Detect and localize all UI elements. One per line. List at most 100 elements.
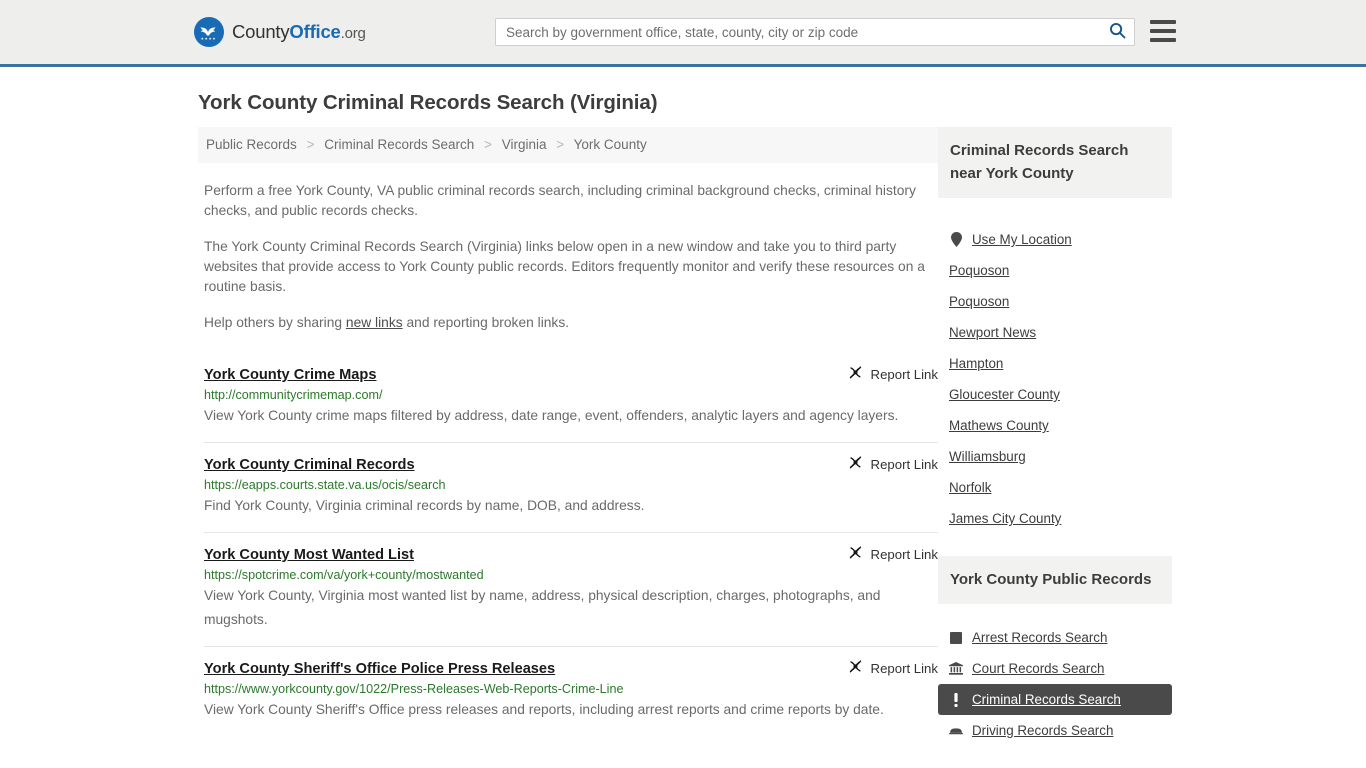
sidebar-item-label[interactable]: Newport News (949, 325, 1036, 340)
breadcrumb-item-criminal-records-search[interactable]: Criminal Records Search (324, 137, 474, 152)
report-link-label: Report Link (870, 660, 938, 676)
sidebar-item-label[interactable]: Poquoson (949, 294, 1009, 309)
broken-link-icon (848, 659, 863, 677)
resource-url[interactable]: https://www.yorkcounty.gov/1022/Press-Re… (204, 682, 938, 696)
report-link-label: Report Link (870, 456, 938, 472)
resource-title-link[interactable]: York County Criminal Records (204, 457, 415, 473)
page-title: York County Criminal Records Search (Vir… (198, 91, 658, 114)
sidebar-item-label[interactable]: Arrest Records Search (972, 630, 1107, 645)
sidebar-item-newport-news[interactable]: Newport News (938, 317, 1172, 348)
sidebar-item-norfolk[interactable]: Norfolk (938, 472, 1172, 503)
list-item: York County Crime Maps http://communityc… (204, 353, 938, 442)
brand-name-part2: Office (289, 21, 341, 42)
resource-description: Find York County, Virginia criminal reco… (204, 498, 645, 513)
sidebar-item-label[interactable]: James City County (949, 511, 1061, 526)
breadcrumb-separator: > (484, 137, 492, 152)
breadcrumb-item-york-county[interactable]: York County (574, 137, 647, 152)
resource-title-link[interactable]: York County Most Wanted List (204, 547, 414, 563)
public-records-list: Arrest Records Search Court Records Sear… (938, 622, 1172, 746)
sidebar-item-label[interactable]: Criminal Records Search (972, 692, 1121, 707)
nearby-locations-list: Use My Location Poquoson Poquoson Newpor… (938, 224, 1172, 534)
location-pin-icon (949, 232, 963, 247)
hamburger-bar (1150, 38, 1176, 42)
breadcrumb: Public Records > Criminal Records Search… (198, 127, 938, 163)
sidebar-heading-public-records: York County Public Records (938, 556, 1172, 604)
sidebar-item-driving-records-search[interactable]: Driving Records Search (938, 715, 1172, 746)
report-link-label: Report Link (870, 366, 938, 382)
report-link-button[interactable]: Report Link (848, 545, 938, 563)
resource-description: View York County crime maps filtered by … (204, 408, 899, 423)
list-item: York County Sheriff's Office Police Pres… (204, 646, 938, 736)
search-icon (1109, 22, 1126, 42)
search-input[interactable] (496, 19, 1100, 45)
list-item: York County Criminal Records https://eap… (204, 442, 938, 532)
site-header: CountyOffice.org (0, 0, 1366, 67)
breadcrumb-item-virginia[interactable]: Virginia (502, 137, 547, 152)
sidebar-item-arrest-records-search[interactable]: Arrest Records Search (938, 622, 1172, 653)
sidebar-item-label[interactable]: Hampton (949, 356, 1003, 371)
hamburger-bar (1150, 29, 1176, 33)
resource-title-link[interactable]: York County Crime Maps (204, 367, 376, 383)
resource-description: View York County Sheriff's Office press … (204, 702, 884, 717)
report-link-button[interactable]: Report Link (848, 659, 938, 677)
broken-link-icon (848, 365, 863, 383)
car-icon (949, 726, 963, 736)
intro-paragraph-2: The York County Criminal Records Search … (204, 239, 925, 294)
sidebar-item-use-my-location[interactable]: Use My Location (938, 224, 1172, 255)
brand-name-part1: County (232, 21, 290, 42)
sidebar-item-label[interactable]: Use My Location (972, 232, 1072, 247)
sidebar-item-label[interactable]: Driving Records Search (972, 723, 1113, 738)
intro-text: Perform a free York County, VA public cr… (198, 181, 938, 333)
fingerprint-square-icon (949, 631, 963, 644)
report-link-button[interactable]: Report Link (848, 455, 938, 473)
exclamation-icon (949, 692, 963, 707)
sidebar-item-mathews-county[interactable]: Mathews County (938, 410, 1172, 441)
breadcrumb-item-public-records[interactable]: Public Records (206, 137, 297, 152)
sidebar: Criminal Records Search near York County… (938, 127, 1172, 746)
breadcrumb-separator: > (556, 137, 565, 152)
sidebar-item-court-records-search[interactable]: Court Records Search (938, 653, 1172, 684)
intro-paragraph-1: Perform a free York County, VA public cr… (204, 183, 916, 218)
sidebar-item-label[interactable]: Williamsburg (949, 449, 1026, 464)
sidebar-item-label[interactable]: Poquoson (949, 263, 1009, 278)
sidebar-heading-nearby: Criminal Records Search near York County (938, 127, 1172, 198)
list-item: York County Most Wanted List https://spo… (204, 532, 938, 646)
resource-url[interactable]: https://spotcrime.com/va/york+county/mos… (204, 568, 938, 582)
new-links-link[interactable]: new links (346, 315, 403, 330)
resource-title-link[interactable]: York County Sheriff's Office Police Pres… (204, 661, 555, 677)
sidebar-item-williamsburg[interactable]: Williamsburg (938, 441, 1172, 472)
intro-paragraph-3-after: and reporting broken links. (402, 315, 570, 330)
search-bar[interactable] (495, 18, 1135, 46)
sidebar-item-hampton[interactable]: Hampton (938, 348, 1172, 379)
site-logo-text: CountyOffice.org (232, 21, 366, 43)
intro-paragraph-3: Help others by sharing new links and rep… (204, 313, 938, 333)
hamburger-bar (1150, 20, 1176, 24)
brand-name-suffix: .org (340, 25, 366, 42)
main-content: Public Records > Criminal Records Search… (198, 127, 938, 746)
search-button[interactable] (1100, 19, 1134, 45)
broken-link-icon (848, 455, 863, 473)
resource-link-list: York County Crime Maps http://communityc… (198, 353, 938, 736)
sidebar-item-gloucester-county[interactable]: Gloucester County (938, 379, 1172, 410)
resource-description: View York County, Virginia most wanted l… (204, 588, 881, 627)
resource-url[interactable]: http://communitycrimemap.com/ (204, 388, 938, 402)
site-logo-link[interactable]: CountyOffice.org (194, 17, 366, 47)
resource-url[interactable]: https://eapps.courts.state.va.us/ocis/se… (204, 478, 938, 492)
sidebar-item-label[interactable]: Gloucester County (949, 387, 1060, 402)
sidebar-item-poquoson[interactable]: Poquoson (938, 255, 1172, 286)
page-container: York County Criminal Records Search (Vir… (0, 91, 1366, 746)
sidebar-item-poquoson[interactable]: Poquoson (938, 286, 1172, 317)
report-link-button[interactable]: Report Link (848, 365, 938, 383)
hamburger-menu-icon[interactable] (1150, 20, 1176, 42)
sidebar-item-label[interactable]: Mathews County (949, 418, 1049, 433)
broken-link-icon (848, 545, 863, 563)
eagle-shield-logo-icon (194, 17, 224, 47)
sidebar-item-label[interactable]: Norfolk (949, 480, 991, 495)
intro-paragraph-3-before: Help others by sharing (204, 315, 346, 330)
sidebar-item-criminal-records-search[interactable]: Criminal Records Search (938, 684, 1172, 715)
sidebar-item-label[interactable]: Court Records Search (972, 661, 1104, 676)
sidebar-item-james-city-county[interactable]: James City County (938, 503, 1172, 534)
breadcrumb-separator: > (306, 137, 315, 152)
courthouse-icon (949, 662, 963, 675)
report-link-label: Report Link (870, 546, 938, 562)
